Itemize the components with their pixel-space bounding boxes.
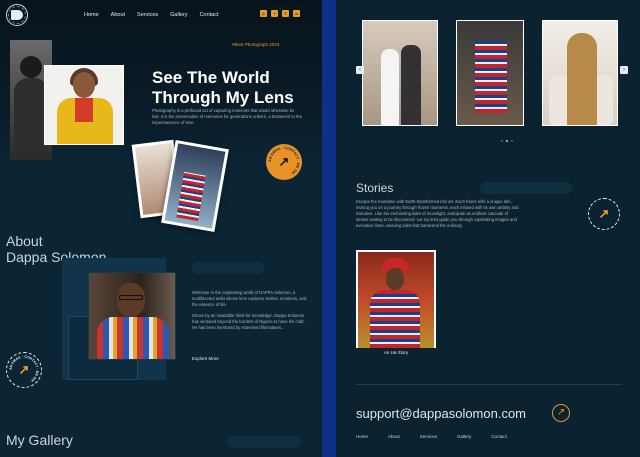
chevron-right-icon[interactable]: › — [620, 66, 628, 74]
hero-title-line2: Through My Lens — [152, 88, 294, 107]
couple-groom — [401, 45, 421, 125]
contact-badge-about[interactable]: AN EMAIL · CONTACT · ME ON · ↗ — [6, 352, 42, 388]
svg-text:AN EMAIL · CONTACT · ME ON ·: AN EMAIL · CONTACT · ME ON · — [9, 355, 40, 384]
site-logo[interactable] — [6, 4, 28, 26]
story-card-head — [386, 268, 404, 290]
panel-divider — [322, 0, 336, 457]
gallery-card-couple[interactable] — [362, 20, 438, 126]
gallery-card-portrait[interactable] — [542, 20, 618, 126]
story-card[interactable]: An Ha Story — [356, 250, 436, 358]
nav-item-gallery[interactable]: Gallery — [170, 12, 187, 18]
footer-nav-home[interactable]: Home — [356, 434, 368, 439]
about-title-line1: About — [6, 233, 43, 249]
badge-ring-text: AN EMAIL · CONTACT · ME ON · — [268, 146, 300, 176]
carousel-dots — [501, 140, 513, 142]
about-photo-head — [117, 283, 145, 317]
hero-portrait-photo — [44, 65, 124, 145]
facebook-icon[interactable]: f — [271, 10, 278, 17]
story-card-dress — [370, 290, 420, 348]
support-email-link[interactable]: support@dappasolomon.com — [356, 406, 526, 421]
badge-ring-text: AN EMAIL · CONTACT · ME ON · — [9, 355, 40, 384]
social-links: ◎ f 𝕏 in — [260, 10, 300, 17]
couple-bride — [381, 49, 399, 125]
badge-ring-label: AN EMAIL · CONTACT · ME ON · — [268, 146, 300, 176]
svg-text:AN EMAIL · CONTACT · ME ON ·: AN EMAIL · CONTACT · ME ON · — [268, 146, 300, 176]
stories-description: Escape the mundane with Earth-transforme… — [356, 199, 519, 228]
side-photo-body — [14, 78, 48, 158]
gallery-carousel: ‹ › — [356, 20, 628, 128]
footer-divider — [356, 384, 622, 385]
chevron-left-icon[interactable]: ‹ — [356, 66, 364, 74]
footer-nav-services[interactable]: Services — [420, 434, 437, 439]
carousel-dot[interactable] — [501, 140, 503, 142]
award-label: #Best Photograph 2023 — [232, 42, 280, 47]
story-card-caption: An Ha Story — [356, 348, 436, 358]
portrait-head — [73, 72, 95, 98]
hero-description: Photography is a profound act of capturi… — [152, 108, 302, 125]
hero-title-line1: See The World — [152, 68, 270, 87]
instagram-icon[interactable]: ◎ — [260, 10, 267, 17]
linkedin-icon[interactable]: in — [293, 10, 300, 17]
logo-mark-icon — [11, 10, 23, 20]
portrait-scarf — [75, 98, 93, 122]
explore-more-link[interactable]: Explore More — [192, 356, 219, 361]
hero-title: See The World Through My Lens — [152, 68, 320, 108]
nav-item-home[interactable]: Home — [84, 12, 99, 18]
arrow-up-right-icon[interactable]: ↗ — [552, 404, 570, 422]
home-page-panel: Home About Services Gallery Contact ◎ f … — [0, 0, 322, 457]
about-paragraph-1: Welcome to the captivating world of DAPP… — [192, 290, 307, 307]
footer-nav: Home About Services Gallery Contact — [356, 434, 507, 439]
carousel-dot-active[interactable] — [506, 140, 508, 142]
arrow-up-right-icon: ↗ — [598, 206, 610, 221]
stories-badge[interactable]: ↗ — [588, 198, 620, 230]
carousel-dot[interactable] — [511, 140, 513, 142]
nav-item-about[interactable]: About — [111, 12, 125, 18]
gallery-decor-pill — [228, 436, 300, 448]
about-portrait-photo — [88, 272, 176, 360]
contact-badge-hero[interactable]: AN EMAIL · CONTACT · ME ON · ↗ — [266, 144, 302, 180]
footer-nav-gallery[interactable]: Gallery — [457, 434, 471, 439]
gallery-page-panel: ‹ › Stories Escape the mundane with Eart… — [336, 0, 640, 457]
badge-ring-label: AN EMAIL · CONTACT · ME ON · — [9, 355, 40, 384]
stories-decor-pill — [480, 182, 572, 194]
about-decor-pill — [192, 262, 264, 274]
nav-item-contact[interactable]: Contact — [200, 12, 219, 18]
side-photo-head — [20, 56, 42, 78]
about-photo-glasses — [119, 295, 143, 300]
fabric-pattern — [475, 41, 507, 113]
stories-title: Stories — [356, 181, 394, 195]
portrait-person — [567, 33, 597, 125]
gallery-card-fabric[interactable] — [456, 20, 524, 126]
gallery-title: My Gallery — [6, 432, 73, 448]
main-nav: Home About Services Gallery Contact — [84, 12, 219, 18]
nav-item-services[interactable]: Services — [137, 12, 158, 18]
footer-nav-contact[interactable]: Contact — [491, 434, 507, 439]
x-icon[interactable]: 𝕏 — [282, 10, 289, 17]
about-photo-shirt — [97, 317, 169, 359]
footer-nav-about[interactable]: About — [388, 434, 400, 439]
about-text: Welcome to the captivating world of DAPP… — [192, 290, 308, 336]
about-paragraph-2: Driven by an insatiable thirst for knowl… — [192, 313, 305, 330]
